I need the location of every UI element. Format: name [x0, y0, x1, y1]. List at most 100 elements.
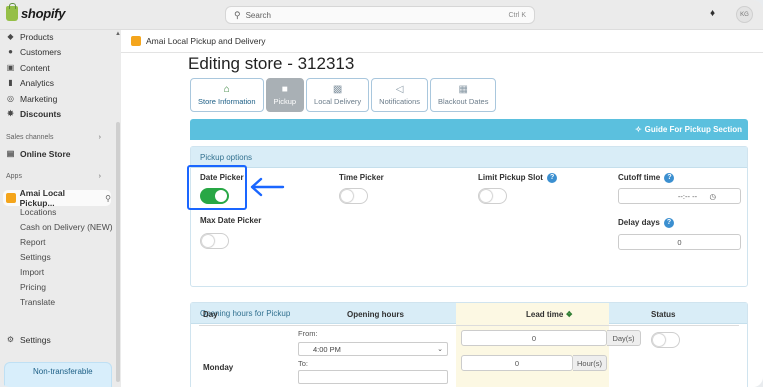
delay-days-label: Delay days ?: [618, 218, 675, 228]
help-icon[interactable]: ?: [664, 218, 675, 228]
home-icon: ⌂: [223, 84, 230, 95]
avatar[interactable]: KG: [736, 6, 753, 23]
apps-label: Apps: [6, 173, 22, 180]
sidebar-subitem-locations[interactable]: Locations: [20, 207, 56, 220]
gear-icon: ⚙: [6, 335, 15, 344]
shopify-bag-icon: [6, 3, 18, 21]
sidebar-subitem-translate[interactable]: Translate: [20, 297, 55, 310]
sidebar: ▲ ◆ Products ● Customers ▣ Content ▮ Ana…: [0, 30, 121, 387]
sidebar-item-settings[interactable]: ⚙ Settings: [6, 333, 51, 346]
megaphone-icon: ◁: [395, 84, 404, 95]
col-lead-time: Lead time ❖: [526, 310, 573, 319]
sidebar-item-analytics[interactable]: ▮ Analytics: [6, 76, 54, 89]
tab-store-information[interactable]: ⌂ Store Information: [190, 78, 264, 112]
sidebar-item-label: Online Store: [20, 148, 71, 159]
tab-label: Pickup: [273, 97, 297, 106]
app-window: shopify ⚲ Search Ctrl K ♦ KG ▲ ◆ Product…: [0, 0, 763, 387]
from-time-value: 4:00 PM: [313, 344, 341, 354]
lead-days-unit: Day(s): [607, 330, 641, 346]
col-status: Status: [651, 310, 676, 319]
target-icon: ◎: [7, 94, 14, 103]
lead-days-input[interactable]: 0: [461, 330, 607, 346]
delay-days-text: Delay days: [618, 218, 660, 228]
sidebar-item-online-store[interactable]: ▤ Online Store: [6, 147, 71, 160]
tab-blackout-dates[interactable]: ▦ Blackout Dates: [430, 78, 497, 112]
breadcrumb[interactable]: Amai Local Pickup and Delivery: [131, 36, 266, 46]
sidebar-subitem-pricing[interactable]: Pricing: [20, 282, 46, 295]
tab-label: Notifications: [379, 97, 421, 106]
logo-text: shopify: [21, 6, 66, 21]
chevron-right-icon: ›: [98, 134, 101, 141]
col-lead-time-label: Lead time: [526, 310, 564, 319]
lightbulb-icon: ✧: [634, 125, 642, 134]
sidebar-item-app[interactable]: Amai Local Pickup... ⚲: [3, 188, 111, 208]
sidebar-item-discounts[interactable]: ✸ Discounts: [6, 107, 61, 120]
toggle-knob: [202, 235, 214, 247]
divider: [121, 52, 763, 53]
panel-header: Pickup options: [191, 147, 747, 168]
day-monday: Monday: [203, 363, 234, 372]
tab-notifications[interactable]: ◁ Notifications: [371, 78, 429, 112]
from-time-select[interactable]: 4:00 PM ⌄: [298, 342, 448, 356]
delay-days-input[interactable]: 0: [618, 234, 741, 250]
guide-button[interactable]: ✧ Guide For Pickup Section: [190, 119, 748, 140]
sidebar-item-products[interactable]: ◆ Products: [6, 30, 54, 43]
sidebar-subitem-settings[interactable]: Settings: [20, 252, 51, 265]
sidebar-item-label: Products: [20, 31, 54, 42]
main-content: Amai Local Pickup and Delivery Editing s…: [121, 30, 763, 387]
plan-notice-card[interactable]: Non-transferable: [4, 362, 112, 387]
arrow-left-icon: [250, 177, 285, 197]
search-placeholder: Search: [245, 10, 271, 20]
max-date-picker-toggle[interactable]: [200, 233, 229, 249]
content-icon: ▣: [6, 63, 15, 72]
search-icon: ⚲: [234, 9, 241, 20]
bar-chart-icon: ▮: [8, 78, 13, 87]
apps-section[interactable]: Apps ›: [6, 173, 101, 180]
help-circle-icon[interactable]: ❖: [566, 310, 573, 319]
cutoff-time-label: Cutoff time ?: [618, 173, 675, 183]
pin-icon[interactable]: ⚲: [105, 194, 111, 203]
sidebar-item-content[interactable]: ▣ Content: [6, 61, 50, 74]
tab-pickup[interactable]: ■ Pickup: [265, 78, 305, 112]
calendar-icon: ▦: [458, 84, 468, 95]
sidebar-item-label: Marketing: [20, 93, 58, 104]
to-label: To:: [298, 359, 309, 368]
sidebar-item-label: Content: [20, 62, 50, 73]
bag-icon: ■: [281, 84, 288, 95]
sidebar-item-label: Customers: [20, 46, 62, 57]
highlight-box: [187, 165, 247, 210]
sales-channels-section[interactable]: Sales channels ›: [6, 134, 101, 141]
help-icon[interactable]: ?: [664, 173, 675, 183]
sidebar-item-label: Discounts: [20, 108, 62, 119]
limit-slot-toggle[interactable]: [478, 188, 507, 204]
sidebar-item-label: Analytics: [20, 77, 55, 88]
bell-icon[interactable]: ♦: [710, 8, 715, 19]
shopify-logo[interactable]: shopify: [6, 3, 66, 21]
person-icon: ●: [8, 47, 13, 56]
sidebar-item-marketing[interactable]: ◎ Marketing: [6, 92, 57, 105]
col-day: Day: [203, 310, 218, 319]
help-icon[interactable]: ?: [547, 173, 558, 183]
sidebar-item-label: Settings: [20, 334, 51, 345]
lead-hours-unit: Hour(s): [573, 355, 607, 371]
max-date-picker-label: Max Date Picker: [200, 216, 262, 225]
sidebar-subitem-cod[interactable]: Cash on Delivery (NEW): [20, 222, 113, 235]
breadcrumb-label: Amai Local Pickup and Delivery: [146, 36, 266, 46]
limit-slot-label: Limit Pickup Slot ?: [478, 173, 558, 183]
tab-local-delivery[interactable]: ▩ Local Delivery: [306, 78, 370, 112]
sidebar-item-customers[interactable]: ● Customers: [6, 45, 61, 58]
cutoff-time-value: --:-- --: [677, 191, 698, 201]
cutoff-time-text: Cutoff time: [618, 173, 661, 183]
discount-icon: ✸: [7, 109, 14, 118]
sales-channels-label: Sales channels: [6, 134, 54, 141]
to-time-select[interactable]: [298, 370, 448, 384]
status-toggle[interactable]: [651, 332, 680, 348]
lead-hours-input[interactable]: 0: [461, 355, 573, 371]
sidebar-subitem-report[interactable]: Report: [20, 237, 46, 250]
cutoff-time-input[interactable]: --:-- -- ◷: [618, 188, 741, 204]
sidebar-scrollbar[interactable]: [116, 122, 120, 382]
search-input[interactable]: ⚲ Search Ctrl K: [225, 6, 535, 24]
time-picker-toggle[interactable]: [339, 188, 368, 204]
limit-slot-text: Limit Pickup Slot: [478, 173, 543, 183]
sidebar-subitem-import[interactable]: Import: [20, 267, 44, 280]
